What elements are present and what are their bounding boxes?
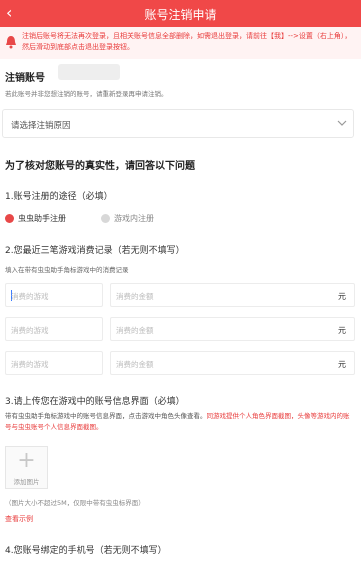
radio-unchecked-icon	[101, 214, 110, 223]
bell-icon	[6, 36, 16, 49]
question-4-title: 4.您账号绑定的手机号（若无则不填写）	[5, 546, 167, 556]
add-image-button[interactable]: + 添加图片	[5, 446, 48, 489]
unit-label: 元	[338, 292, 346, 301]
top-bar: ‹ 账号注销申请	[0, 0, 361, 27]
notice-banner: 注销后账号将无法再次登录，且相关账号信息全部删除，如需退出登录，请前往【我】--…	[0, 27, 361, 59]
plus-icon: +	[17, 448, 36, 473]
reason-select[interactable]: 请选择注销原因	[2, 109, 354, 138]
unit-label: 元	[338, 360, 346, 369]
consumed-amount-input[interactable]: 消费的金额 元	[110, 283, 355, 307]
question-1-title: 1.账号注册的途径（必填）	[5, 192, 113, 202]
consumed-amount-input[interactable]: 消费的金额 元	[110, 317, 355, 341]
consumed-game-input[interactable]: 消费的游戏	[5, 283, 103, 307]
q3-desc-text: 带有虫虫助手角标游戏中的账号信息界面，点击游戏中角色头像查看。	[5, 412, 207, 420]
reason-select-value: 请选择注销原因	[11, 121, 71, 131]
consumed-game-input[interactable]: 消费的游戏	[5, 351, 103, 375]
question-2-hint: 填入在带有虫虫助手角标游戏中的消费记录	[5, 266, 129, 274]
consumed-amount-input[interactable]: 消费的金额 元	[110, 351, 355, 375]
placeholder: 消费的金额	[116, 292, 154, 301]
radio-label: 游戏内注册	[114, 214, 154, 223]
view-example-link[interactable]: 查看示例	[5, 514, 33, 524]
question-2-title: 2.您最近三笔游戏消费记录（若无则不填写）	[5, 246, 185, 256]
placeholder: 消费的金额	[116, 360, 154, 369]
add-image-label: 添加图片	[13, 478, 40, 486]
placeholder: 消费的游戏	[11, 360, 49, 369]
account-label: 注销账号	[5, 73, 45, 84]
account-value-masked	[58, 64, 120, 80]
notice-text: 注销后账号将无法再次登录，且相关账号信息全部删除，如需退出登录，请前往【我】--…	[22, 32, 352, 51]
radio-label: 虫虫助手注册	[18, 214, 66, 223]
question-3-description: 带有虫虫助手角标游戏中的账号信息界面，点击游戏中角色头像查看。同游戏提供个人角色…	[5, 411, 355, 433]
unit-label: 元	[338, 326, 346, 335]
account-hint: 若此账号并非您想注销的账号，请重新登录再申请注销。	[5, 90, 168, 98]
placeholder: 消费的金额	[116, 326, 154, 335]
upload-hint: （图片大小不超过5M，仅限中带有虫虫标界面）	[5, 499, 145, 507]
consumed-game-input[interactable]: 消费的游戏	[5, 317, 103, 341]
radio-checked-icon	[5, 214, 14, 223]
page-title: 账号注销申请	[144, 8, 217, 22]
chevron-down-icon	[337, 120, 347, 126]
placeholder: 消费的游戏	[11, 326, 49, 335]
question-3-title: 3.请上传您在游戏中的账号信息界面（必填）	[5, 397, 185, 407]
section-heading: 为了核对您账号的真实性，请回答以下问题	[5, 161, 195, 172]
placeholder: 消费的游戏	[11, 292, 49, 301]
